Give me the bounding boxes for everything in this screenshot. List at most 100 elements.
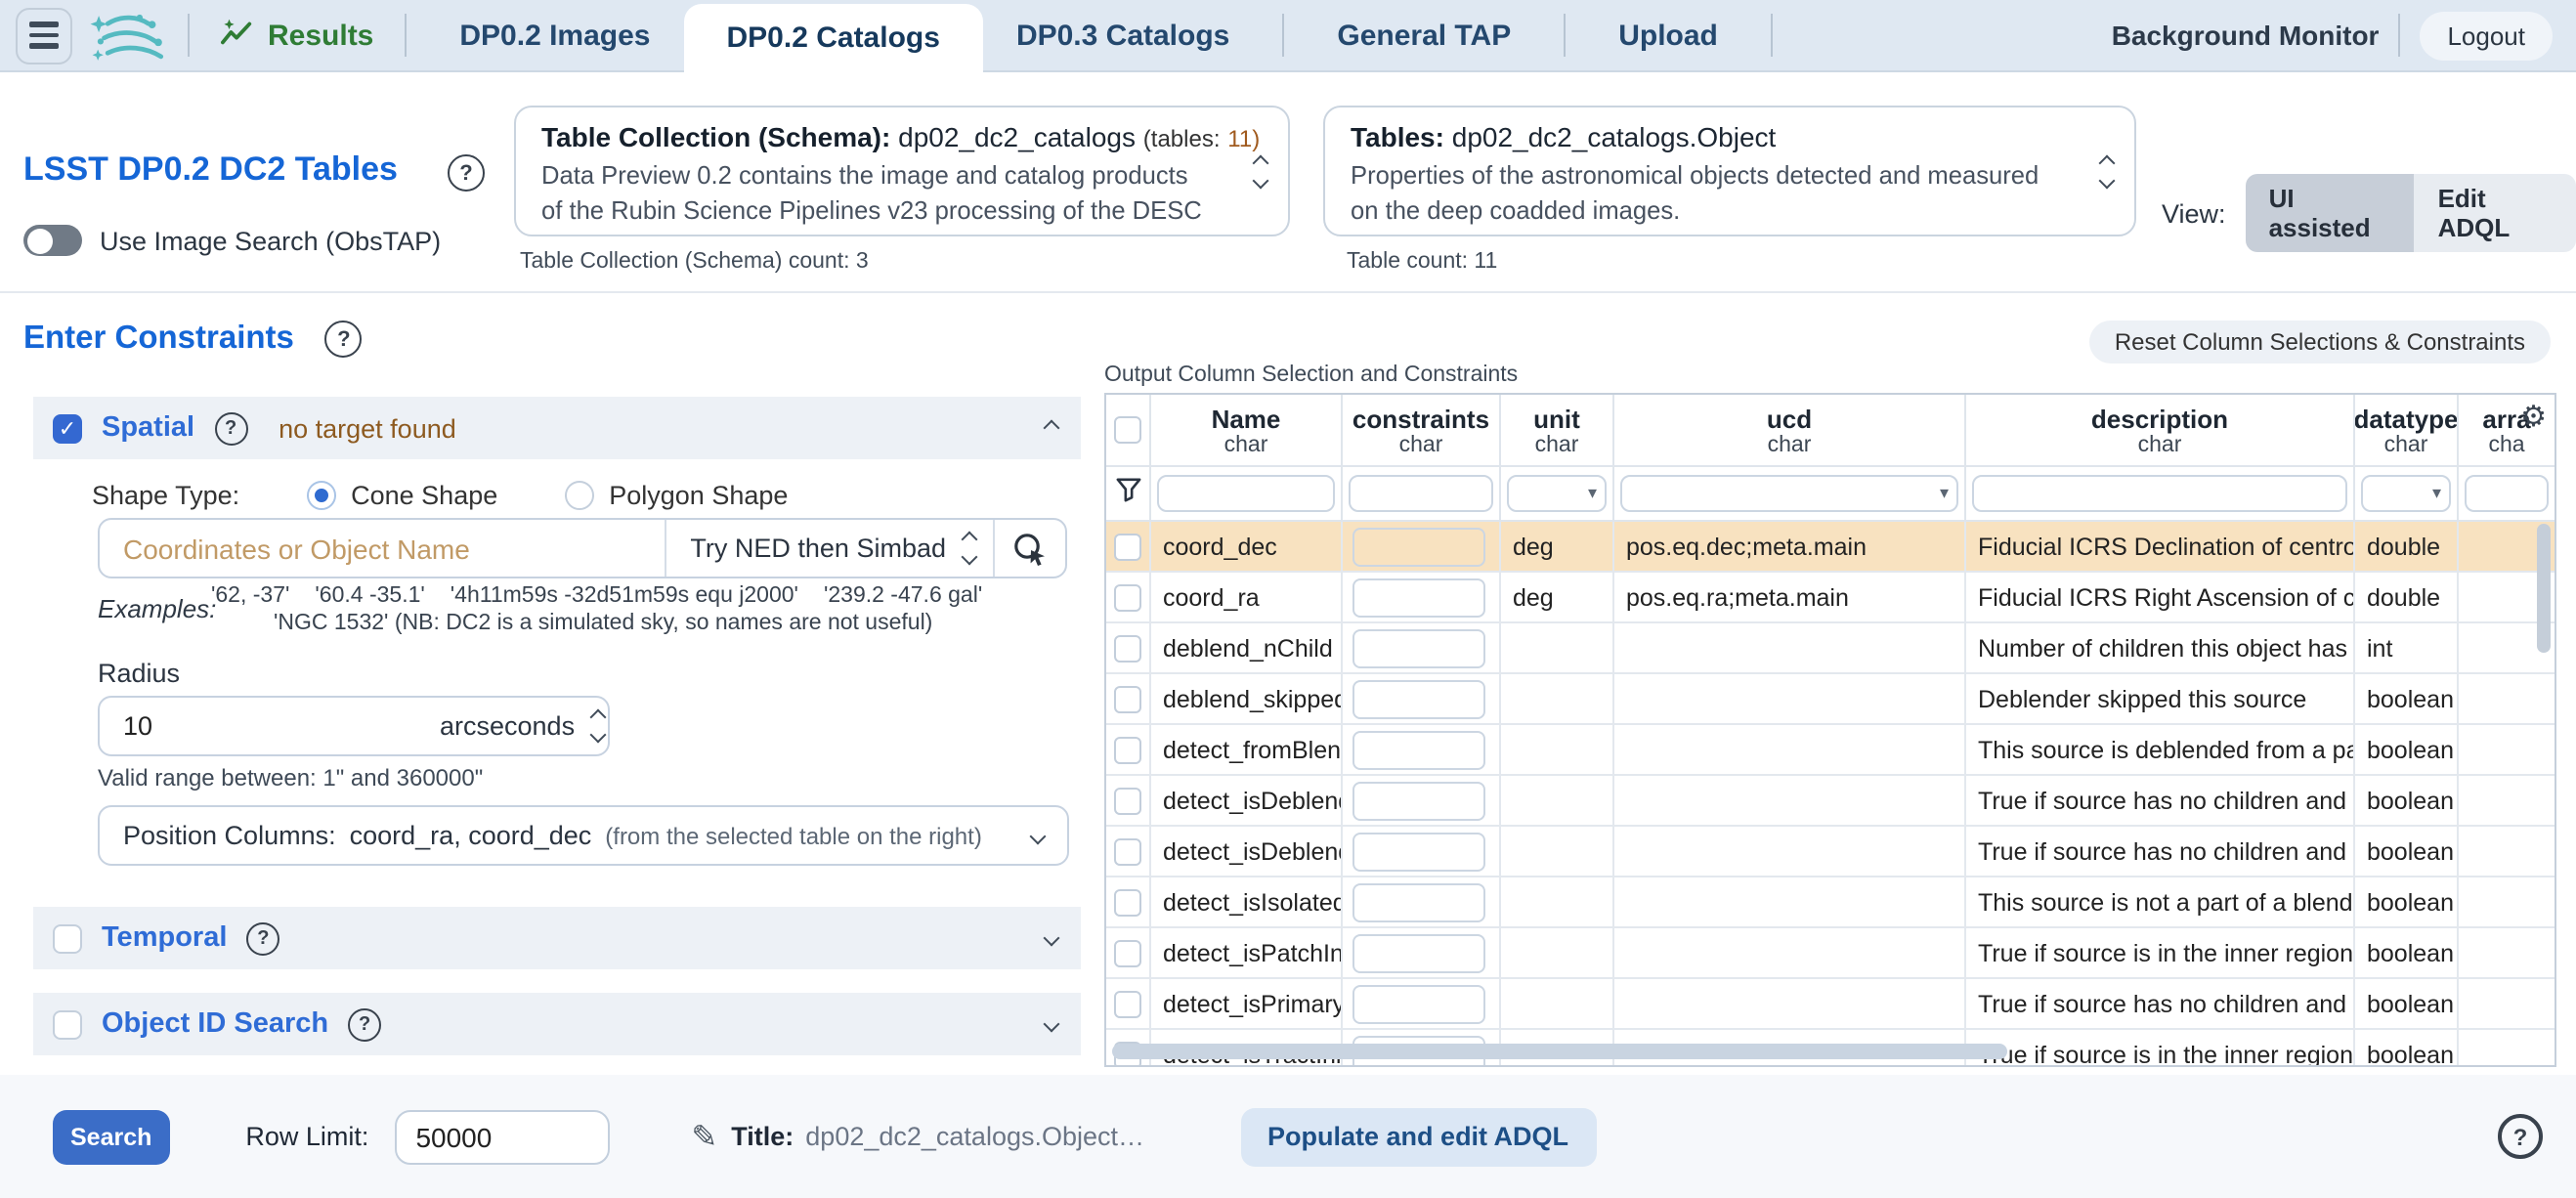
temporal-checkbox[interactable] [53,923,82,953]
footer-bar: Search Row Limit: ✎ Title: dp02_dc2_cata… [0,1075,2576,1198]
tab-dp03-catalogs[interactable]: DP0.3 Catalogs [983,0,1263,71]
name-filter-input[interactable] [1157,475,1335,512]
select-all-checkbox[interactable] [1114,416,1141,444]
obstap-toggle[interactable] [23,225,82,256]
target-picker-icon[interactable] [995,531,1065,566]
header-ucd[interactable]: ucdchar [1614,395,1966,465]
table-row[interactable]: deblend_nChild Number of children this o… [1106,623,2555,674]
table-row[interactable]: detect_isPrimary True if source has no c… [1106,979,2555,1030]
row-constraint-input[interactable] [1352,730,1485,769]
temporal-help-icon[interactable]: ? [246,921,279,955]
temporal-section-header[interactable]: Temporal ? [33,907,1081,969]
row-constraint-input[interactable] [1352,781,1485,820]
row-checkbox[interactable] [1114,990,1141,1017]
schevron-updown-icon[interactable] [1255,156,1267,186]
footer-help-icon[interactable]: ? [2498,1114,2543,1159]
reset-columns-button[interactable]: Reset Column Selections & Constraints [2089,321,2551,364]
spatial-section-header[interactable]: ✓ Spatial ? no target found [33,397,1081,459]
object-id-section-header[interactable]: Object ID Search ? [33,993,1081,1055]
expand-chevron-icon[interactable] [1044,1016,1060,1033]
cell-arraysize [2459,673,2555,724]
unit-filter-select[interactable]: ▾ [1507,475,1607,512]
constraints-filter-input[interactable] [1349,475,1493,512]
row-checkbox[interactable] [1114,939,1141,966]
resolver-select[interactable]: Try NED then Simbad [666,534,964,563]
constraints-help-icon[interactable]: ? [325,321,363,358]
table-row[interactable]: detect_isPatchInn True if source is in t… [1106,928,2555,979]
populate-adql-button[interactable]: Populate and edit ADQL [1240,1107,1596,1166]
table-row[interactable]: deblend_skipped Deblender skipped this s… [1106,674,2555,725]
horizontal-scrollbar[interactable] [1112,1044,2007,1059]
row-checkbox[interactable] [1114,736,1141,763]
polygon-shape-radio[interactable] [564,481,593,510]
header-unit[interactable]: unitchar [1501,395,1614,465]
description-filter-input[interactable] [1972,475,2347,512]
shape-option-cone[interactable]: Cone Shape [306,481,497,510]
table-row[interactable]: detect_fromBlend This source is deblende… [1106,725,2555,776]
shape-option-polygon[interactable]: Polygon Shape [564,481,788,510]
cell-name: detect_isPrimary [1151,978,1343,1029]
radius-unit-select[interactable]: arcseconds [420,711,623,741]
tab-dp02-catalogs[interactable]: DP0.2 Catalogs [684,4,983,72]
tab-general-tap[interactable]: General TAP [1304,0,1544,71]
header-constraints[interactable]: constraintschar [1343,395,1501,465]
row-checkbox[interactable] [1114,634,1141,662]
row-checkbox[interactable] [1114,837,1141,865]
search-button[interactable]: Search [53,1109,169,1164]
spatial-help-icon[interactable]: ? [214,411,247,445]
tab-upload[interactable]: Upload [1585,0,1751,71]
chevron-updown-icon[interactable] [2101,156,2113,186]
edit-pencil-icon[interactable]: ✎ [691,1117,717,1156]
tab-dp02-images[interactable]: DP0.2 Images [426,0,683,71]
row-constraint-input[interactable] [1352,832,1485,871]
header-description[interactable]: descriptionchar [1966,395,2355,465]
row-constraint-input[interactable] [1352,628,1485,667]
table-row[interactable]: coord_dec deg pos.eq.dec;meta.main Fiduc… [1106,522,2555,573]
view-option-ui-assisted[interactable]: UI assisted [2246,174,2415,252]
cone-shape-radio[interactable] [306,481,335,510]
row-checkbox[interactable] [1114,888,1141,916]
hamburger-menu-button[interactable] [16,7,72,64]
background-monitor-button[interactable]: Background Monitor [2112,20,2380,51]
table-row[interactable]: detect_isDeblende True if source has no … [1106,827,2555,877]
row-limit-input[interactable] [394,1109,609,1164]
schema-selector[interactable]: Table Collection (Schema): dp02_dc2_cata… [514,106,1290,236]
row-checkbox[interactable] [1114,685,1141,712]
header-name[interactable]: Namechar [1151,395,1343,465]
table-row[interactable]: detect_isIsolated This source is not a p… [1106,877,2555,928]
row-checkbox[interactable] [1114,533,1141,560]
collapse-chevron-icon[interactable] [1044,420,1060,437]
position-columns-dropdown[interactable]: Position Columns: coord_ra, coord_dec (f… [98,805,1069,866]
object-id-checkbox[interactable] [53,1009,82,1039]
resolver-updown-icon[interactable] [964,534,993,563]
row-constraint-input[interactable] [1352,933,1485,972]
radius-input[interactable] [100,711,420,741]
expand-chevron-icon[interactable] [1044,930,1060,947]
arraysize-filter-input[interactable] [2465,475,2549,512]
spatial-checkbox[interactable]: ✓ [53,413,82,443]
table-row[interactable]: coord_ra deg pos.eq.ra;meta.main Fiducia… [1106,573,2555,623]
header-datatype[interactable]: datatypechar [2355,395,2459,465]
vertical-scrollbar[interactable] [2537,524,2551,653]
row-constraint-input[interactable] [1352,984,1485,1023]
row-checkbox[interactable] [1114,787,1141,814]
tab-results[interactable]: Results [209,17,385,54]
object-id-help-icon[interactable]: ? [348,1007,381,1041]
cell-name: deblend_skipped [1151,673,1343,724]
datatype-filter-select[interactable]: ▾ [2361,475,2451,512]
filter-funnel-icon[interactable] [1115,476,1140,511]
position-columns-note: (from the selected table on the right) [605,822,982,849]
row-constraint-input[interactable] [1352,679,1485,718]
row-constraint-input[interactable] [1352,527,1485,566]
logout-button[interactable]: Logout [2420,11,2553,60]
table-selector[interactable]: Tables: dp02_dc2_catalogs.Object Propert… [1323,106,2136,236]
ucd-filter-select[interactable]: ▾ [1620,475,1958,512]
coordinates-input[interactable] [100,533,665,564]
table-row[interactable]: detect_isDeblende True if source has no … [1106,776,2555,827]
row-constraint-input[interactable] [1352,882,1485,921]
table-settings-gear-icon[interactable]: ⚙ [2520,399,2547,434]
row-checkbox[interactable] [1114,583,1141,611]
view-option-edit-adql[interactable]: Edit ADQL [2415,174,2576,252]
tables-help-icon[interactable]: ? [448,154,485,192]
row-constraint-input[interactable] [1352,578,1485,617]
